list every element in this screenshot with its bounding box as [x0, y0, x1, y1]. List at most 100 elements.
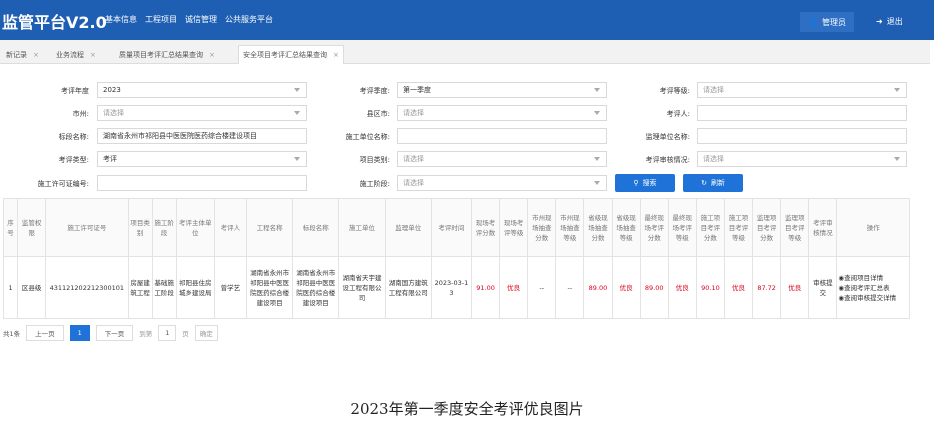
- column-header: 工程名称: [245, 198, 294, 257]
- tab-workflow[interactable]: 业务流程 ×: [52, 45, 100, 64]
- search-icon: ⚲: [633, 179, 639, 187]
- table-cell: 房屋建筑工程: [127, 256, 153, 319]
- next-page-button[interactable]: 下一页: [95, 325, 134, 341]
- link-label: 查阅考评汇总表: [844, 283, 890, 292]
- review-status-label: 考评审核情况:: [645, 156, 690, 164]
- nav-basic-info[interactable]: 基本信息: [105, 14, 137, 25]
- county-select[interactable]: 请选择: [397, 105, 607, 121]
- column-header: 项目类别: [127, 198, 153, 257]
- permit-input[interactable]: [97, 175, 307, 191]
- table-cell: 431121202212300101: [45, 256, 129, 319]
- view-detail-link[interactable]: ◉查阅审核提交详情: [838, 293, 908, 303]
- nav-projects[interactable]: 工程项目: [145, 14, 177, 25]
- table-cell: 曾学艺: [213, 256, 248, 319]
- chevron-down-icon: [294, 157, 300, 161]
- table-cell: 89.00: [639, 256, 669, 319]
- column-header: 标段名称: [292, 198, 340, 257]
- eval-season-value: 第一季度: [403, 86, 431, 94]
- tab-label: 新记录: [6, 50, 27, 59]
- chevron-down-icon: [594, 181, 600, 185]
- table-cell: 优良: [780, 256, 810, 319]
- stage-placeholder: 请选择: [403, 179, 424, 187]
- confirm-page-button[interactable]: 确定: [194, 325, 218, 341]
- county-placeholder: 请选择: [403, 109, 424, 117]
- table-cell: 湖南省永州市祁阳县中医医院医药综合楼建设项目: [292, 256, 340, 319]
- chevron-down-icon: [894, 88, 900, 92]
- table-cell: 优良: [667, 256, 697, 319]
- nav-credit[interactable]: 诚信管理: [185, 14, 217, 25]
- admin-button[interactable]: 👤 管理员: [800, 12, 854, 32]
- project-category-select[interactable]: 请选择: [397, 151, 607, 167]
- view-detail-link[interactable]: ◉查阅项目详情: [838, 273, 908, 283]
- table-cell: 优良: [611, 256, 641, 319]
- table-cell: 90.10: [695, 256, 725, 319]
- construction-unit-label: 施工单位名称:: [345, 133, 390, 141]
- column-header: 施工单位: [338, 198, 386, 257]
- current-page-button[interactable]: 1: [69, 325, 90, 341]
- link-label: 查阅审核提交详情: [844, 293, 897, 302]
- section-input[interactable]: 湖南省永州市祁阳县中医医院医药综合楼建设项目: [97, 128, 307, 144]
- review-status-select[interactable]: 请选择: [697, 151, 907, 167]
- column-header: 施工项目考评分数: [695, 198, 725, 257]
- column-header: 施工项目考评等级: [723, 198, 754, 257]
- table-cell: 优良: [499, 256, 529, 319]
- tab-label: 业务流程: [56, 50, 84, 59]
- close-icon[interactable]: ×: [333, 51, 339, 59]
- nav-public-service[interactable]: 公共服务平台: [225, 14, 273, 25]
- section-label: 标段名称:: [58, 133, 89, 141]
- prev-page-button[interactable]: 上一页: [26, 325, 64, 341]
- stage-select[interactable]: 请选择: [397, 175, 607, 191]
- county-label: 县区市:: [366, 110, 390, 118]
- construction-unit-input[interactable]: [397, 128, 607, 144]
- close-icon[interactable]: ×: [209, 51, 215, 59]
- tab-bar: 新记录 × 业务流程 × 质量项目考评汇总结果查询 × 安全项目考评汇总结果查询 ×: [0, 40, 930, 64]
- page-number-input[interactable]: 1: [158, 325, 177, 341]
- search-button[interactable]: ⚲ 搜索: [615, 174, 675, 192]
- total-count: 共1条: [3, 330, 21, 338]
- column-header: 监理项目考评分数: [752, 198, 782, 257]
- eval-grade-select[interactable]: 请选择: [697, 82, 907, 98]
- chevron-down-icon: [594, 111, 600, 115]
- table-cell: 湖南省永州市祁阳县中医医院医药综合楼建设项目: [245, 256, 294, 319]
- city-label: 市州:: [72, 110, 89, 118]
- chevron-down-icon: [894, 157, 900, 161]
- tab-label: 安全项目考评汇总结果查询: [243, 51, 327, 59]
- table-cell: 区县级: [17, 256, 47, 319]
- eval-year-select[interactable]: 2023: [97, 82, 307, 98]
- chevron-down-icon: [594, 157, 600, 161]
- column-header: 操作: [836, 198, 910, 257]
- table-header-row: 序号 监管权限 施工许可证号 项目类别 施工阶段 考评主体单位 考评人 工程名称 标段名称 施工单…: [2, 198, 910, 257]
- column-header: 现场考评等级: [499, 198, 529, 257]
- table-cell: 湖南省天宇建设工程有限公司: [338, 256, 386, 319]
- eval-type-label: 考评类型:: [58, 156, 89, 164]
- table-cell: 祁阳县住房城乡建设局: [175, 256, 215, 319]
- results-table: 序号 监管权限 施工许可证号 项目类别 施工阶段 考评主体单位 考评人 工程名称 标段名称 施工单…: [2, 198, 910, 319]
- column-header: 监管权限: [17, 198, 47, 257]
- table-cell: --: [555, 256, 585, 319]
- table-cell: 89.00: [583, 256, 613, 319]
- tab-quality-summary[interactable]: 质量项目考评汇总结果查询 ×: [115, 45, 219, 64]
- tab-safety-summary[interactable]: 安全项目考评汇总结果查询 ×: [238, 45, 344, 64]
- evaluator-input[interactable]: [697, 105, 907, 121]
- eval-type-select[interactable]: 考评: [97, 151, 307, 167]
- tab-new-record[interactable]: 新记录 ×: [2, 45, 43, 64]
- section-value: 湖南省永州市祁阳县中医医院医药综合楼建设项目: [103, 132, 257, 140]
- column-header: 监理单位: [384, 198, 432, 257]
- view-detail-link[interactable]: ◉查阅考评汇总表: [838, 283, 908, 293]
- eval-season-select[interactable]: 第一季度: [397, 82, 607, 98]
- eval-year-value: 2023: [103, 86, 121, 94]
- close-icon[interactable]: ×: [33, 51, 39, 59]
- image-caption: 2023年第一季度安全考评优良图片: [350, 400, 584, 418]
- logout-label: 退出: [886, 17, 903, 26]
- table-row: 1 区县级 431121202212300101 房屋建筑工程 基础施工阶段 祁阳县住房城…: [2, 256, 910, 319]
- column-header: 最终现场考评分数: [639, 198, 669, 257]
- close-icon[interactable]: ×: [90, 51, 96, 59]
- supervision-unit-label: 监理单位名称:: [645, 133, 690, 141]
- eval-type-value: 考评: [103, 155, 117, 163]
- city-select[interactable]: 请选择: [97, 105, 307, 121]
- eval-year-label: 考评年度: [61, 87, 89, 95]
- supervision-unit-input[interactable]: [697, 128, 907, 144]
- logout-button[interactable]: ➜ 退出: [876, 16, 903, 27]
- eval-season-label: 考评季度:: [359, 87, 390, 95]
- refresh-button[interactable]: ↻ 刷新: [683, 174, 743, 192]
